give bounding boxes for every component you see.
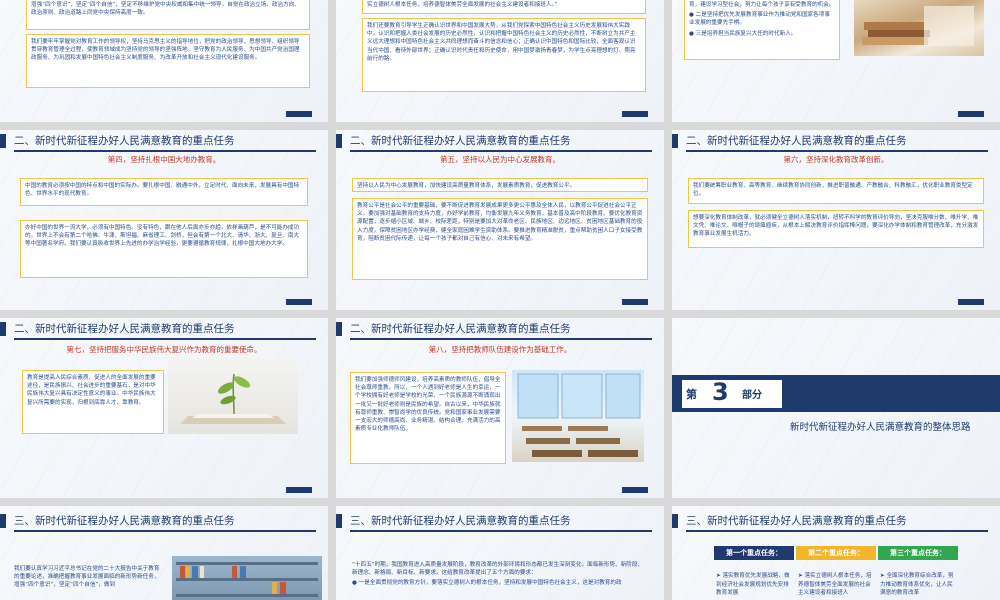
- slide-thumbnail[interactable]: 增强“四个意识”，坚定“四个自信”，坚定不移维护党中央权威和集中统一领导，自觉在…: [0, 0, 328, 122]
- text-box: 办好中国的世界一流大学，必须有中国特色。没有特色，跟在他人后面亦步亦趋，依样画葫…: [20, 220, 308, 278]
- slide-header: 三、新时代新征程办好人民满意教育的重点任务: [336, 514, 664, 532]
- text-box: 我们要牢牢掌握党对教育工作的领导权，坚持马克思主义的指导地位，把党的政治领导、思…: [26, 34, 310, 88]
- text-box: “十四五”时期，我国教育进入高质量发展阶段，教育改革的外部环境和形态都已发生深刻…: [348, 558, 650, 600]
- slide-subtitle: 第五，坚持以人民为中心发展教育。: [440, 155, 560, 164]
- task-body-1: ➤ 落实教育优先发展战略，做到经济社会发展规划优先安排教育发展: [716, 573, 790, 596]
- nav-tab: [958, 111, 984, 117]
- text-box: 实立德树人根本任务，培养德智体美劳全面发展的社会主义建设者和接班人。”: [362, 0, 646, 14]
- slide-thumbnail[interactable]: 二、新时代新征程办好人民满意教育的重点任务 第五，坚持以人民为中心发展教育。 坚…: [336, 130, 664, 310]
- slide-thumbnail[interactable]: 二、新时代新征程办好人民满意教育的重点任务 第六，坚持深化教育改革创新。 我们要…: [672, 130, 1000, 310]
- nav-tab: [622, 111, 648, 117]
- text-box: 增强“四个意识”，坚定“四个自信”，坚定不移维护党中央权威和集中统一领导，自觉在…: [26, 0, 310, 30]
- slide-header: 三、新时代新征程办好人民满意教育的重点任务: [672, 514, 1000, 532]
- text-box: 想要深化教育体制改革，就必须健全立德树人落实机制，扭转不科学的教育评价导向，坚决…: [688, 210, 984, 248]
- text-box: 教育公平是社会公平的重要基础，要不断促进教育发展成果更多更公平惠及全体人民，以教…: [352, 198, 648, 280]
- body-text: “十四五”时期，我国教育进入高质量发展阶段，教育改革的外部环境和形态都已发生深刻…: [352, 562, 644, 577]
- task-header-1: 第一个重点任务：: [714, 546, 794, 560]
- slide-header: 二、新时代新征程办好人民满意教育的重点任务: [336, 134, 664, 152]
- plant-on-book-photo: [168, 358, 298, 434]
- classroom-illustration: [517, 373, 641, 457]
- text-box: 我们要统筹职业教育、高等教育、继续教育协同创新，推进职普融通、产教融合、科教融汇…: [688, 178, 984, 204]
- bullet-item: ● 二是坚持把优先发展教育事业作为推动党和国家各项事业发展的重要先手棋。: [689, 12, 830, 27]
- task-body-2: ➤ 落实立德树人根本任务，培养德智体美劳全面发展的社会主义建设者和接班人: [798, 573, 872, 596]
- slide-thumbnail[interactable]: 三、新时代新征程办好人民满意教育的重点任务 “十四五”时期，我国教育进入高质量发…: [336, 506, 664, 600]
- bullet-text: 一是全面贯彻党的教育方针，要落实立德树人的根本任务，坚持和发展中国特色社会主义，…: [358, 580, 622, 587]
- section-suffix: 部分: [742, 390, 762, 401]
- slide-thumbnail[interactable]: 实立德树人根本任务，培养德智体美劳全面发展的社会主义建设者和接班人。” 我们还要…: [336, 0, 664, 122]
- text-box: 我们还要教育引导学生正确认识世界和中国发展大势，从我们党探索中国特色社会主义历史…: [362, 18, 646, 92]
- slide-subtitle: 第四，坚持扎根中国大地办教育。: [107, 155, 221, 164]
- nav-tab: [622, 487, 648, 493]
- section-number-box: [682, 380, 782, 408]
- slide-title: 二、新时代新征程办好人民满意教育的重点任务: [14, 135, 235, 147]
- slide-title: 二、新时代新征程办好人民满意教育的重点任务: [350, 135, 571, 147]
- slide-title: 二、新时代新征程办好人民满意教育的重点任务: [686, 135, 907, 147]
- slide-header: 二、新时代新征程办好人民满意教育的重点任务: [672, 134, 1000, 152]
- task-body-3: ➤ 全面深化教育综合改革，努力推动教育体系优化，让人民满意的教育改革: [880, 573, 954, 596]
- bullet-item: ● 一是全面贯彻党的教育方针，要落实立德树人的根本任务，坚持和发展中国特色社会主…: [352, 580, 622, 587]
- text-box: 教育是提高人民综合素质、促进人的全面发展的重要途径，是民族振兴、社会进步的重要基…: [22, 370, 164, 434]
- nav-tab: [958, 299, 984, 305]
- slide-title: 三、新时代新征程办好人民满意教育的重点任务: [14, 515, 235, 527]
- slide-header: 二、新时代新征程办好人民满意教育的重点任务: [0, 134, 328, 152]
- slide-thumbnail[interactable]: 二、新时代新征程办好人民满意教育的重点任务 第八，坚持把教师队伍建设作为基础工作…: [336, 318, 664, 498]
- slide-title: 三、新时代新征程办好人民满意教育的重点任务: [686, 515, 907, 527]
- task-header-3: 第三个重点任务：: [878, 546, 958, 560]
- section-title: 新时代新征程办好人民满意教育的整体思路: [790, 422, 971, 433]
- slide-header: 三、新时代新征程办好人民满意教育的重点任务: [0, 514, 328, 532]
- slide-thumbnail[interactable]: 二、新时代新征程办好人民满意教育的重点任务 第七，坚持把服务中华民族伟大复兴作为…: [0, 318, 328, 498]
- slide-thumbnail[interactable]: 三、新时代新征程办好人民满意教育的重点任务 第一个重点任务： 第二个重点任务： …: [672, 506, 1000, 600]
- slide-header: 二、新时代新征程办好人民满意教育的重点任务: [0, 322, 328, 340]
- text-box: 育，建设学习型社会，努力让每个孩子享有受教育的机会。 ● 二是坚持把优先发展教育…: [684, 0, 840, 60]
- text-box: 我们要加强师德师风建设，培养高素质的教师队伍，倡导全社会尊师重教。所以，一个人遇…: [350, 372, 506, 464]
- nav-tab: [286, 299, 312, 305]
- section-prefix: 第: [686, 388, 697, 401]
- text-box: 坚持以人民为中心发展教育，加快建设高质量教育体系，发展素质教育，促进教育公平。: [352, 178, 648, 192]
- slide-thumbnail[interactable]: 育，建设学习型社会，努力让每个孩子享有受教育的机会。 ● 二是坚持把优先发展教育…: [672, 0, 1000, 122]
- books-illustration: [862, 6, 974, 46]
- slide-subtitle: 第六，坚持深化教育改革创新。: [783, 155, 889, 164]
- body-text: 育，建设学习型社会，努力让每个孩子享有受教育的机会。: [689, 2, 835, 8]
- text-box: 中国的教育必须按中国的特点和中国的实际办。要扎根中国、融通中外，立足时代、面向未…: [20, 178, 308, 206]
- slide-thumbnail[interactable]: 第 3 部分 新时代新征程办好人民满意教育的整体思路: [672, 318, 1000, 498]
- slide-subtitle: 第七，坚持把服务中华民族伟大复兴作为教育的重要使命。: [66, 345, 262, 354]
- slide-subtitle: 第八，坚持把教师队伍建设作为基础工作。: [428, 345, 572, 354]
- slide-title: 二、新时代新征程办好人民满意教育的重点任务: [14, 323, 235, 335]
- bullet-text: 三是培养担当民族复兴大任的时代新人。: [695, 30, 797, 37]
- classroom-photo: [512, 370, 644, 462]
- slide-title: 三、新时代新征程办好人民满意教育的重点任务: [350, 515, 571, 527]
- task-header-2: 第二个重点任务：: [796, 546, 876, 560]
- bullet-item: ● 三是培养担当民族复兴大任的时代新人。: [689, 30, 797, 37]
- nav-tab: [286, 111, 312, 117]
- slide-thumbnail[interactable]: 三、新时代新征程办好人民满意教育的重点任务 我们要认真学习习近平总书记在党的二十…: [0, 506, 328, 600]
- books-photo: [854, 0, 984, 56]
- text-box: 我们要认真学习习近平总书记在党的二十大报告中关于教育的重要论述，准确把握教育事业…: [14, 566, 160, 589]
- slide-header: 二、新时代新征程办好人民满意教育的重点任务: [336, 322, 664, 340]
- slide-title: 二、新时代新征程办好人民满意教育的重点任务: [350, 323, 571, 335]
- nav-tab: [622, 299, 648, 305]
- plant-illustration: [180, 373, 286, 424]
- bookshelf-illustration: [176, 562, 318, 597]
- bullet-text: 二是坚持把优先发展教育事业作为推动党和国家各项事业发展的重要先手棋。: [689, 12, 830, 27]
- slide-thumbnail[interactable]: 二、新时代新征程办好人民满意教育的重点任务 第四，坚持扎根中国大地办教育。 中国…: [0, 130, 328, 310]
- section-number: 3: [712, 378, 729, 406]
- nav-tab: [286, 487, 312, 493]
- slide-thumbnail-grid: 增强“四个意识”，坚定“四个自信”，坚定不移维护党中央权威和集中统一领导，自觉在…: [0, 0, 1000, 600]
- library-photo: [172, 556, 322, 600]
